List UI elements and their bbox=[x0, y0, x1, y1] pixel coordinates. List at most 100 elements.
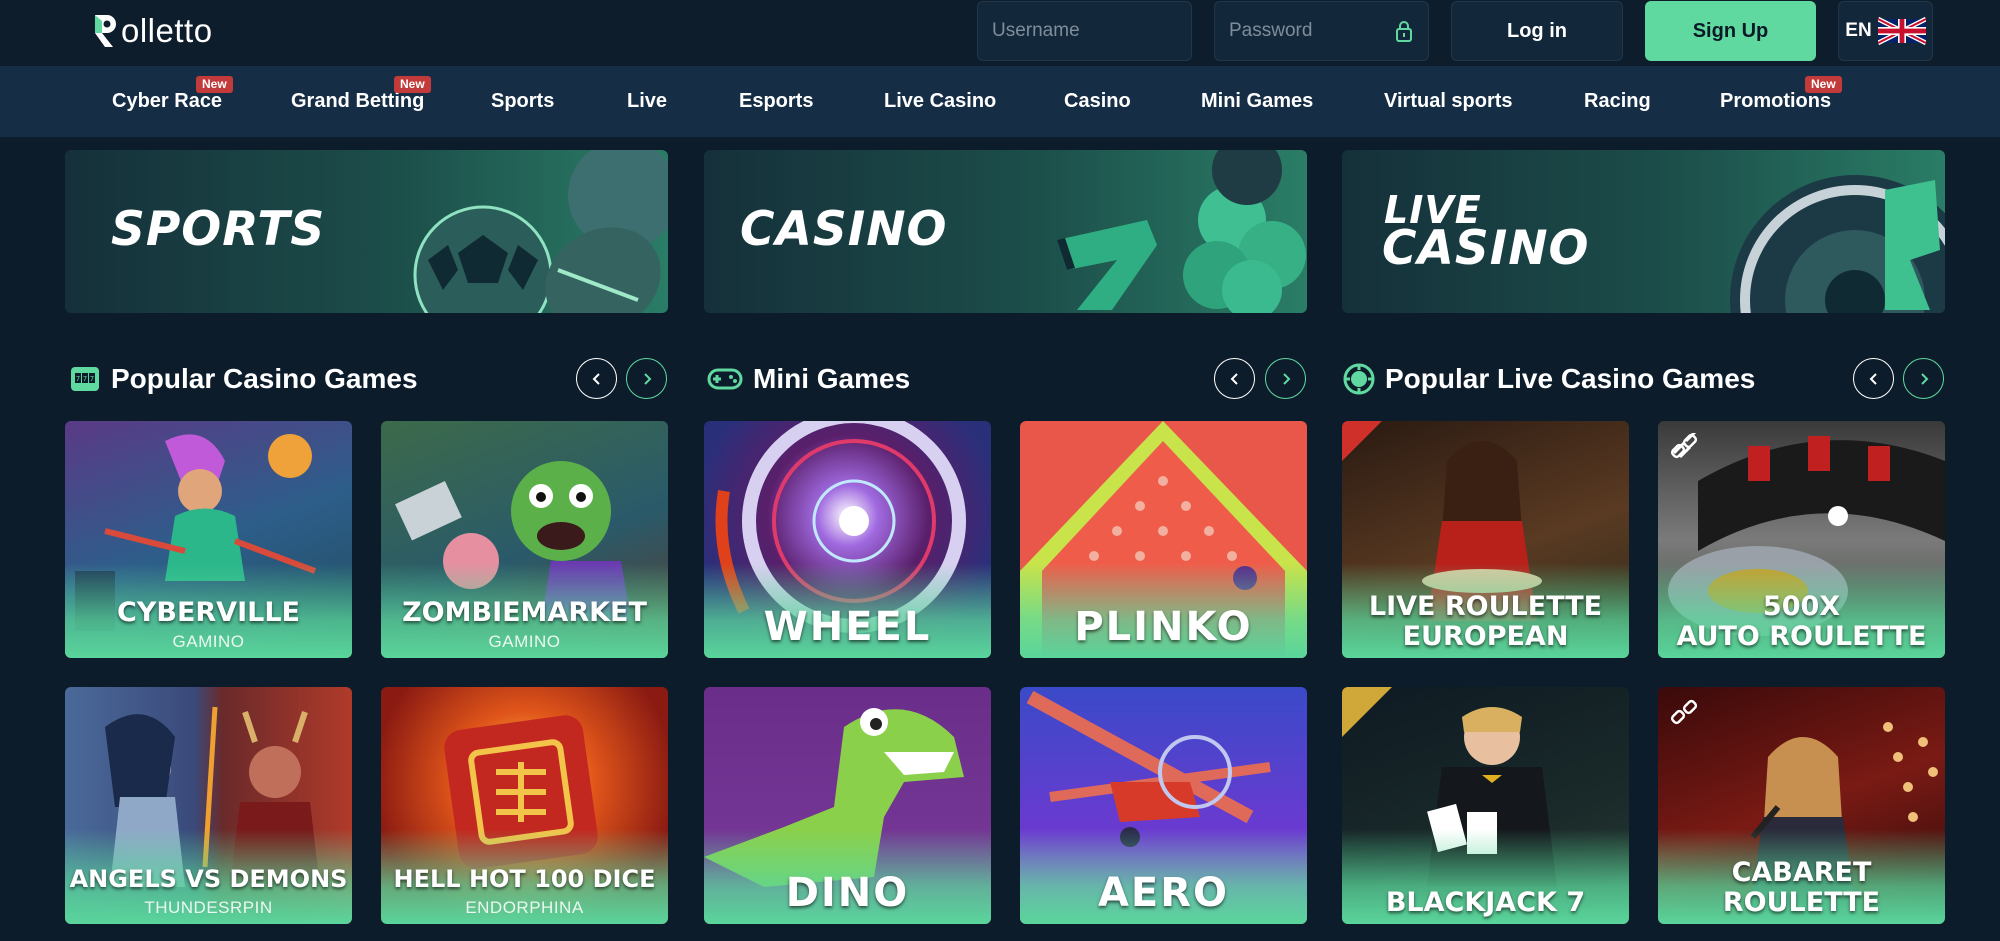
nav-label: Esports bbox=[739, 90, 814, 112]
nav-grand-betting[interactable]: Grand Betting New bbox=[291, 66, 431, 137]
svg-text:7: 7 bbox=[83, 375, 87, 383]
game-provider: GAMINO bbox=[172, 632, 245, 651]
game-tile-angels-vs-demons[interactable]: ANGELS VS DEMONS THUNDESRPIN bbox=[65, 687, 352, 924]
rolletto-logo[interactable]: olletto bbox=[92, 8, 213, 54]
game-name-line2: ROULETTE bbox=[1722, 887, 1881, 918]
nav-promotions[interactable]: Promotions New bbox=[1720, 66, 1842, 137]
nav-sports[interactable]: Sports bbox=[491, 66, 554, 137]
game-tile-hell-hot-100-dice[interactable]: HELL HOT 100 DICE ENDORPHINA bbox=[381, 687, 668, 924]
banner-title: CASINO bbox=[740, 202, 948, 257]
link-chain-icon bbox=[1670, 433, 1698, 459]
roulette-wheel-icon bbox=[1730, 175, 1945, 313]
nav-live[interactable]: Live bbox=[627, 66, 667, 137]
game-provider: ENDORPHINA bbox=[465, 898, 584, 917]
chevron-right-icon bbox=[1920, 372, 1928, 385]
game-name-line2: EUROPEAN bbox=[1402, 621, 1569, 652]
game-name: ZOMBIEMARKET bbox=[402, 597, 647, 628]
new-badge: New bbox=[196, 76, 233, 93]
chevron-right-icon bbox=[1282, 372, 1290, 385]
game-name: WHEEL bbox=[763, 604, 932, 650]
nav-label: Live Casino bbox=[884, 90, 997, 112]
nav-casino[interactable]: Casino bbox=[1064, 66, 1131, 137]
language-code: EN bbox=[1845, 20, 1872, 41]
username-input[interactable] bbox=[992, 20, 1177, 42]
game-tile-aero[interactable]: AERO bbox=[1020, 687, 1307, 924]
language-selector[interactable]: EN bbox=[1838, 1, 1933, 61]
section-title: Popular Casino Games bbox=[111, 363, 418, 394]
game-name-line1: CABARET bbox=[1731, 857, 1872, 888]
game-provider: GAMINO bbox=[488, 632, 561, 651]
chevron-left-icon bbox=[592, 372, 600, 385]
game-tile-plinko[interactable]: PLINKO bbox=[1020, 421, 1307, 658]
nav-label: Cyber Race bbox=[112, 90, 223, 112]
nav-esports[interactable]: Esports bbox=[739, 66, 813, 137]
game-tile-dino[interactable]: DINO bbox=[704, 687, 991, 924]
game-tile-wheel[interactable]: WHEEL bbox=[704, 421, 991, 658]
sports-banner[interactable]: SPORTS bbox=[65, 150, 668, 313]
chevron-left-icon bbox=[1230, 372, 1238, 385]
game-name: AERO bbox=[1097, 870, 1230, 916]
mini-games-header: Mini Games bbox=[707, 358, 910, 400]
poker-chip-icon bbox=[1343, 363, 1375, 395]
new-badge: New bbox=[1805, 76, 1842, 93]
nav-label: Live bbox=[627, 90, 668, 112]
mini-next-button[interactable] bbox=[1265, 358, 1306, 399]
popular-live-casino-header: Popular Live Casino Games bbox=[1343, 358, 1755, 400]
main-nav: Cyber Race New Grand Betting New Sports … bbox=[0, 66, 2000, 137]
username-field[interactable] bbox=[977, 1, 1192, 61]
game-name-line1: LIVE ROULETTE bbox=[1368, 591, 1603, 622]
logo-text: olletto bbox=[121, 12, 213, 49]
svg-text:7: 7 bbox=[76, 375, 80, 383]
nav-live-casino[interactable]: Live Casino bbox=[884, 66, 996, 137]
casino-prev-button[interactable] bbox=[576, 358, 617, 399]
nav-label: Virtual sports bbox=[1384, 90, 1513, 112]
casino-banner[interactable]: CASINO bbox=[704, 150, 1307, 313]
lucky-seven-icon bbox=[1057, 150, 1306, 313]
nav-label: Casino bbox=[1064, 90, 1131, 112]
game-tile-cabaret-roulette[interactable]: CABARET ROULETTE bbox=[1658, 687, 1945, 924]
casino-next-button[interactable] bbox=[626, 358, 667, 399]
game-tile-blackjack-7[interactable]: BLACKJACK 7 bbox=[1342, 687, 1629, 924]
login-button[interactable]: Log in bbox=[1451, 1, 1623, 61]
game-tile-cyberville[interactable]: CYBERVILLE GAMINO bbox=[65, 421, 352, 658]
gamepad-icon bbox=[707, 368, 743, 390]
nav-label: Grand Betting bbox=[291, 90, 425, 112]
game-provider: THUNDESRPIN bbox=[144, 898, 273, 917]
slot-machine-icon: 7 7 7 bbox=[71, 367, 99, 391]
game-name: BLACKJACK 7 bbox=[1385, 887, 1586, 918]
banner-title: SPORTS bbox=[111, 202, 326, 257]
uk-flag-icon bbox=[1877, 16, 1926, 46]
game-name: CYBERVILLE bbox=[117, 597, 300, 628]
nav-label: Sports bbox=[491, 90, 555, 112]
lock-icon bbox=[1396, 21, 1412, 42]
game-name: HELL HOT 100 DICE bbox=[393, 865, 656, 893]
game-tile-zombiemarket[interactable]: ZOMBIEMARKET GAMINO bbox=[381, 421, 668, 658]
signup-button[interactable]: Sign Up bbox=[1645, 1, 1816, 61]
game-name-line1: 500X bbox=[1762, 591, 1841, 622]
live-next-button[interactable] bbox=[1903, 358, 1944, 399]
chevron-left-icon bbox=[1869, 372, 1877, 385]
soccer-ball-icon bbox=[413, 150, 668, 313]
nav-virtual-sports[interactable]: Virtual sports bbox=[1384, 66, 1513, 137]
game-tile-live-roulette-european[interactable]: LIVE ROULETTE EUROPEAN bbox=[1342, 421, 1629, 658]
nav-mini-games[interactable]: Mini Games bbox=[1201, 66, 1313, 137]
nav-label: Racing bbox=[1584, 90, 1651, 112]
live-prev-button[interactable] bbox=[1853, 358, 1894, 399]
nav-racing[interactable]: Racing bbox=[1584, 66, 1651, 137]
top-header: olletto Log in Sign Up EN bbox=[0, 0, 2000, 66]
game-name: ANGELS VS DEMONS bbox=[69, 865, 348, 893]
password-input[interactable] bbox=[1229, 20, 1388, 42]
live-casino-banner[interactable]: LIVE CASINO bbox=[1342, 150, 1945, 313]
game-name-line2: AUTO ROULETTE bbox=[1676, 621, 1927, 652]
nav-cyber-race[interactable]: Cyber Race New bbox=[112, 66, 233, 137]
section-title: Popular Live Casino Games bbox=[1385, 363, 1756, 394]
section-title: Mini Games bbox=[753, 363, 911, 394]
mini-prev-button[interactable] bbox=[1214, 358, 1255, 399]
game-name: PLINKO bbox=[1074, 604, 1253, 650]
game-name: DINO bbox=[785, 870, 910, 916]
password-field[interactable] bbox=[1214, 1, 1429, 61]
nav-label: Mini Games bbox=[1201, 90, 1314, 112]
game-tile-500x-auto-roulette[interactable]: 500X AUTO ROULETTE bbox=[1658, 421, 1945, 658]
banner-title-line2: CASINO bbox=[1382, 221, 1590, 276]
logo-r-mark bbox=[92, 11, 120, 51]
